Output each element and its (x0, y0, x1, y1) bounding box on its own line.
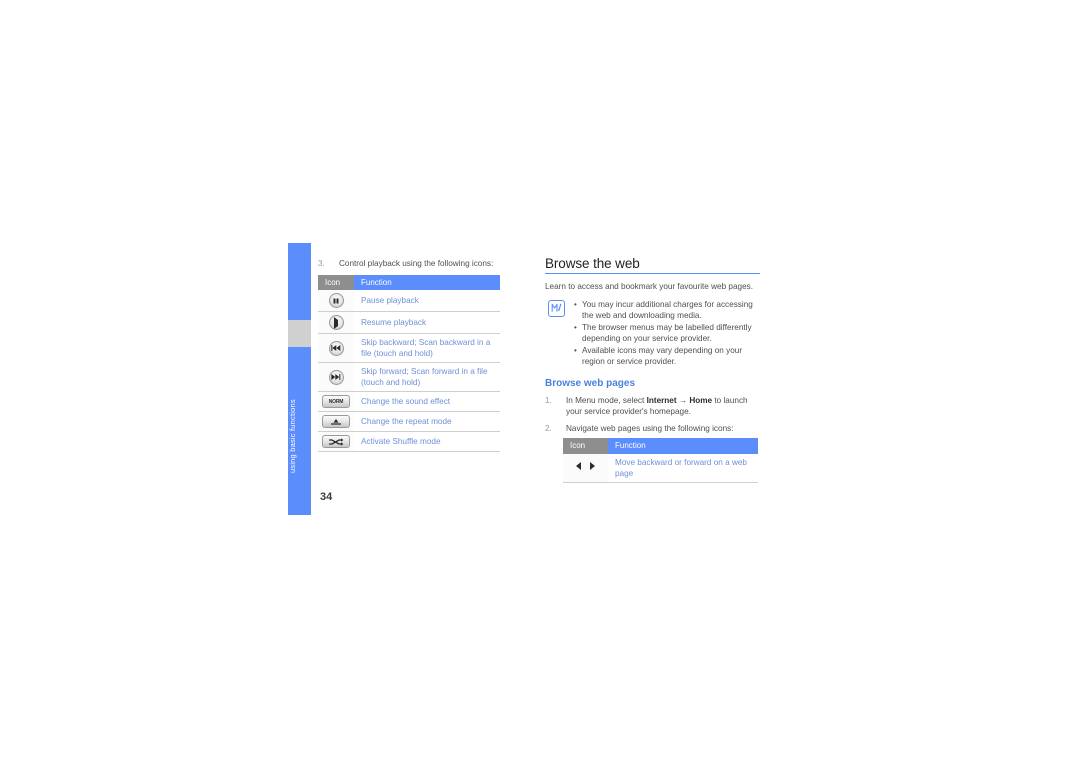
menu-path-arrow: → (676, 395, 690, 405)
step-text-before: In Menu mode, select (566, 395, 647, 405)
cell-icon (318, 290, 354, 312)
skip-forward-button-icon (328, 369, 344, 385)
step-number: 2. (545, 423, 552, 433)
cell-function: Skip forward; Scan forward in a file (to… (354, 362, 500, 392)
back-forward-arrows-icon (576, 461, 595, 470)
sound-effect-norm-button-icon: NORM (322, 395, 350, 408)
table-row: Skip forward; Scan forward in a file (to… (318, 362, 500, 392)
cell-icon (318, 431, 354, 452)
repeat-glyph (331, 418, 341, 425)
table-row: Move backward or forward on a web page (563, 453, 758, 483)
cell-icon (318, 311, 354, 334)
cell-function: Move backward or forward on a web page (608, 453, 758, 483)
cell-function: Change the sound effect (354, 391, 500, 412)
table-row: Change the repeat mode (318, 411, 500, 432)
table-header-function: Function (608, 438, 758, 454)
step-text: Navigate web pages using the following i… (566, 423, 734, 433)
note-pencil-icon (548, 300, 565, 317)
page-number: 34 (320, 491, 333, 503)
intro-text: Learn to access and bookmark your favour… (545, 281, 753, 291)
browser-icon-table: Icon Function Move backward or forward o… (563, 438, 758, 483)
note-callout: You may incur additional charges for acc… (545, 299, 760, 367)
table-header-icon: Icon (563, 438, 608, 454)
arrow-right-icon (590, 461, 595, 470)
note-item: You may incur additional charges for acc… (574, 299, 760, 321)
table-row: NORM Change the sound effect (318, 391, 500, 412)
table-row: Skip backward; Scan backward in a file (… (318, 333, 500, 363)
step-number: 1. (545, 395, 552, 405)
cell-function: Pause playback (354, 290, 500, 312)
cell-function: Skip backward; Scan backward in a file (… (354, 333, 500, 363)
cell-function: Change the repeat mode (354, 411, 500, 432)
cell-icon (318, 411, 354, 432)
menu-path-internet: Internet (646, 395, 677, 405)
pencil-glyph (551, 303, 562, 312)
note-item: The browser menus may be labelled differ… (574, 322, 760, 344)
menu-path-home: Home (689, 395, 713, 405)
cell-icon (318, 362, 354, 392)
step-number: 3. (318, 259, 325, 268)
cell-function: Resume playback (354, 311, 500, 334)
table-row: Pause playback (318, 290, 500, 312)
cell-function: Activate Shuffle mode (354, 431, 500, 452)
section-tab-strip: using basic functions (288, 243, 311, 515)
left-column: 3. Control playback using the following … (318, 258, 518, 452)
title-rule (545, 272, 760, 274)
norm-label: NORM (328, 399, 344, 405)
skip-backward-button-icon (328, 340, 344, 356)
list-item: 2. Navigate web pages using the followin… (545, 423, 760, 435)
table-header-row: Icon Function (563, 438, 758, 454)
section-tab-notch (288, 320, 311, 347)
list-item: 1. In Menu mode, select Internet → Home … (545, 395, 760, 418)
repeat-mode-button-icon (322, 415, 350, 428)
page-title: Browse the web (545, 256, 640, 271)
shuffle-glyph (329, 437, 344, 446)
playback-icon-table: Icon Function Pause playback Resume play… (318, 274, 500, 452)
table-header-function: Function (354, 274, 500, 290)
table-header-row: Icon Function (318, 274, 500, 290)
section-tab-label: using basic functions (288, 399, 297, 473)
arrow-left-icon (576, 461, 581, 470)
list-item: 3. Control playback using the following … (318, 258, 518, 270)
right-step-list: 1. In Menu mode, select Internet → Home … (545, 395, 760, 435)
left-step-list: 3. Control playback using the following … (318, 258, 518, 270)
cell-icon (563, 453, 608, 483)
note-item: Available icons may vary depending on yo… (574, 345, 760, 367)
section-subheading: Browse web pages (545, 378, 636, 389)
step-text: In Menu mode, select Internet → Home to … (566, 395, 760, 418)
table-row: Resume playback (318, 311, 500, 334)
pause-button-icon (328, 293, 344, 308)
shuffle-mode-button-icon (322, 435, 350, 448)
right-column: Browse the web Learn to access and bookm… (545, 256, 760, 483)
play-button-icon (328, 315, 344, 330)
step-text: Control playback using the following ico… (339, 259, 494, 268)
cell-icon (318, 333, 354, 363)
table-row: Activate Shuffle mode (318, 431, 500, 452)
cell-icon: NORM (318, 391, 354, 412)
table-header-icon: Icon (318, 274, 354, 290)
note-list: You may incur additional charges for acc… (574, 299, 760, 367)
